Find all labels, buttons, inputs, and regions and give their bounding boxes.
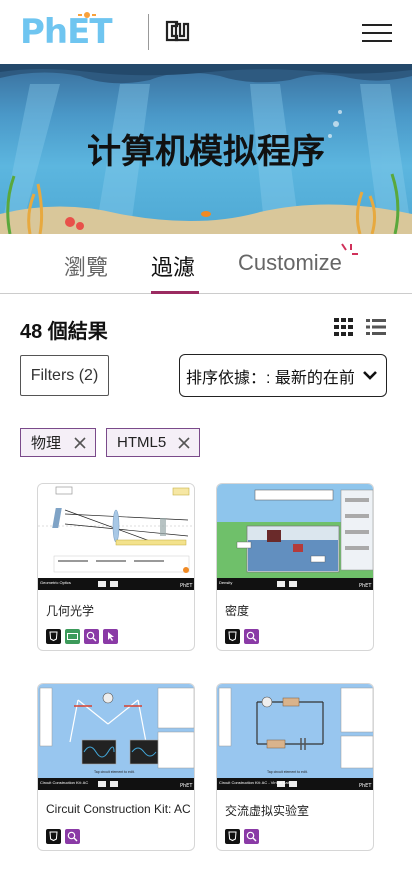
results-count: 48 個結果 [20, 321, 108, 343]
sort-select[interactable]: 排序依據：: 最新的在前 [179, 354, 387, 397]
html5-icon [225, 829, 240, 844]
thumbnail-caption: Density [219, 580, 233, 585]
chevron-down-icon [363, 371, 377, 380]
thumbnail-caption: Circuit Construction Kit: AC - Virtual L… [219, 780, 290, 785]
grid-view-icon[interactable] [334, 318, 354, 336]
sim-thumbnail: PhET Density [217, 484, 373, 590]
sim-card-badges [225, 629, 259, 645]
page-title: 计算机模拟程序 [87, 132, 325, 172]
sim-card-title: Circuit Construction Kit: AC [46, 802, 190, 816]
site-header: PhET [0, 0, 412, 64]
tab-bar: 瀏覽 過濾 Customize [0, 234, 412, 294]
interactive-icon [103, 629, 118, 644]
sim-thumbnail: PhET Tap circuit element to edit. Circui… [217, 684, 373, 790]
active-tab-indicator [151, 291, 199, 294]
filter-chip-html5[interactable]: HTML5 [106, 428, 200, 457]
phet-logo-star [78, 12, 96, 18]
keyboard-icon [65, 629, 80, 644]
html5-icon [46, 629, 61, 644]
sim-card-geometric-optics[interactable]: PhET Geometric Optics 几何光学 [37, 483, 195, 651]
thumbnail-hint: Tap circuit element to edit. [267, 770, 308, 774]
filter-chip-physics[interactable]: 物理 [20, 428, 96, 457]
svg-text:PhET: PhET [359, 783, 372, 789]
list-view-icon[interactable] [366, 318, 386, 336]
svg-text:PhET: PhET [180, 783, 193, 789]
zoom-icon [84, 629, 99, 644]
cu-boulder-logo[interactable] [164, 20, 190, 44]
thumbnail-hint: Tap circuit element to edit. [94, 770, 135, 774]
sim-card-ac-virtual-lab[interactable]: PhET Tap circuit element to edit. Circui… [216, 683, 374, 851]
filter-chip-label: 物理 [31, 435, 62, 452]
svg-text:PhET: PhET [180, 583, 193, 589]
sim-card-title: 交流虚拟实验室 [225, 804, 310, 818]
new-sparkle-icon [341, 243, 358, 255]
zoom-icon [244, 629, 259, 644]
zoom-icon [244, 829, 259, 844]
thumbnail-caption: Circuit Construction Kit: AC [40, 780, 89, 785]
filter-chip-label: HTML5 [117, 434, 167, 451]
html5-icon [46, 829, 61, 844]
thumbnail-caption: Geometric Optics [40, 580, 71, 585]
tab-browse[interactable]: 瀏覽 [64, 250, 108, 282]
close-icon[interactable] [177, 436, 191, 450]
sim-thumbnail: PhET Geometric Optics [38, 484, 194, 590]
sort-select-label: 排序依據：: 最新的在前 [186, 369, 355, 387]
sim-card-circuit-construction-kit-ac[interactable]: PhET Tap circuit element to edit. Circui… [37, 683, 195, 851]
tab-customize[interactable]: Customize [238, 250, 342, 276]
sim-card-badges [46, 829, 80, 845]
sim-card-badges [46, 629, 118, 645]
hamburger-menu-icon[interactable] [362, 22, 394, 44]
close-icon[interactable] [73, 436, 87, 450]
logo-divider [148, 14, 149, 50]
page: PhET 计算机模拟程序 瀏覽 過濾 Customize 48 個結果 Filt… [0, 0, 412, 870]
svg-text:PhET: PhET [359, 583, 372, 589]
html5-icon [225, 629, 240, 644]
tab-filter[interactable]: 過濾 [151, 250, 195, 282]
sim-card-title: 密度 [225, 604, 250, 618]
sim-card-density[interactable]: PhET Density 密度 [216, 483, 374, 651]
filters-button[interactable]: Filters (2) [20, 355, 109, 396]
hero-banner: 计算机模拟程序 [0, 64, 412, 234]
sim-card-badges [225, 829, 259, 845]
zoom-icon [65, 829, 80, 844]
sim-card-title: 几何光学 [46, 604, 95, 618]
phet-logo[interactable]: PhET [20, 12, 113, 52]
sim-thumbnail: PhET Tap circuit element to edit. Circui… [38, 684, 194, 790]
